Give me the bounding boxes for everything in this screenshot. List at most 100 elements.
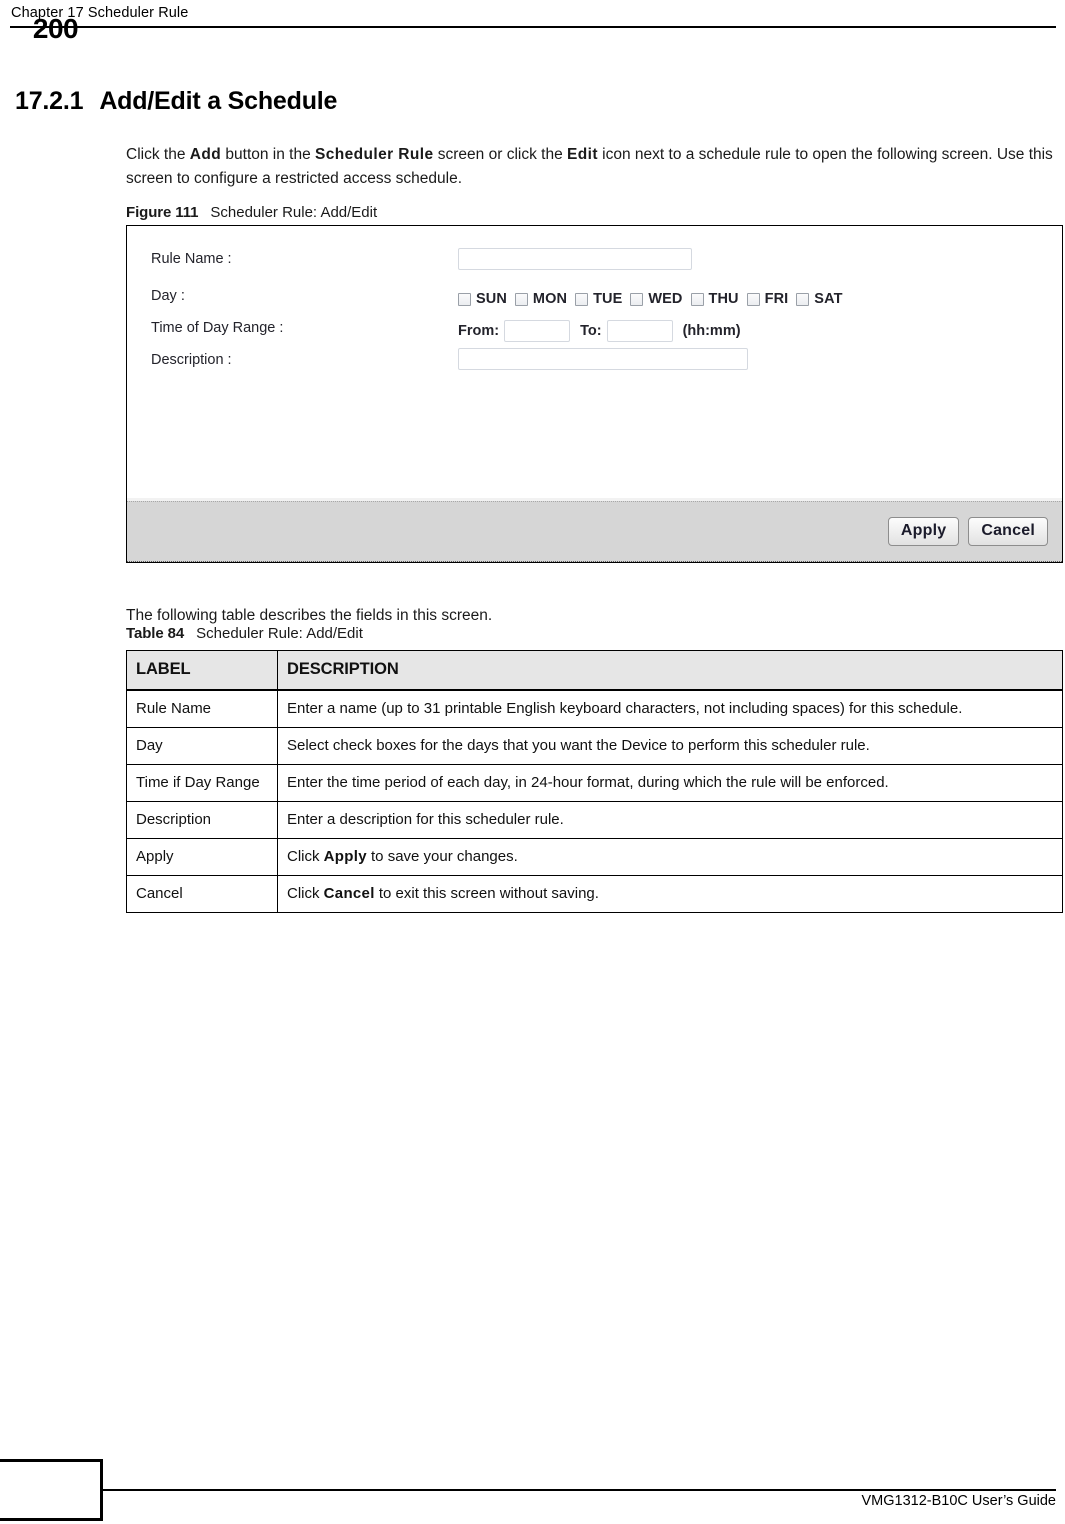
time-to-label: To: [580,323,602,339]
intro-text-3: screen or click the [433,145,567,163]
desc-text-1: Enter a name (up to 31 printable English… [287,700,963,717]
page-number-box [0,1459,103,1521]
cancel-button[interactable]: Cancel [968,517,1048,546]
day-checkbox-mon[interactable]: MON [514,291,568,307]
table-caption-label: Table 84 [126,625,185,642]
desc-text-1: Click [287,885,324,902]
figure-button-bar: Apply Cancel [127,498,1062,562]
form-row-description: Description : [127,348,1062,380]
day-label-sat: SAT [814,291,843,307]
day-label-fri: FRI [764,291,789,307]
desc-text-1: Click [287,848,324,865]
intro-bold-add: Add [189,145,222,163]
day-checkbox-thu[interactable]: THU [690,291,739,307]
section-heading: 17.2.1 Add/Edit a Schedule [15,87,337,116]
intro-text-2: button in the [221,145,316,163]
header-divider-rule [10,26,1056,28]
guide-name: VMG1312-B10C User’s Guide [861,1493,1057,1509]
time-from-label: From: [458,323,500,339]
table-cell-label: Day [126,727,278,765]
day-checkbox-sun[interactable]: SUN [458,291,507,307]
screenshot-figure: Rule Name : Day : SUN MON TUE WED THU FRI SAT … [126,225,1063,563]
apply-button[interactable]: Apply [887,517,960,546]
section-title: Add/Edit a Schedule [99,86,338,115]
form-row-time-of-day-range: Time of Day Range : From: To: (hh:mm) [127,318,1062,348]
checkbox-icon[interactable] [746,292,760,306]
day-label-sun: SUN [476,291,507,307]
field-description-table: LABEL DESCRIPTION Rule Name Enter a name… [126,650,1063,913]
page-number: 200 [32,13,79,44]
table-row: Day Select check boxes for the days that… [126,727,1063,765]
button-bar-bottom-separator [127,561,1062,562]
desc-bold: Apply [323,848,367,865]
description-label: Description : [151,352,232,368]
day-checkbox-wed[interactable]: WED [630,291,682,307]
time-to-input[interactable] [606,320,673,342]
figure-caption-label: Figure 111 [126,204,199,221]
form-row-rule-name: Rule Name : [127,248,1062,279]
footer-divider-rule [103,1489,1056,1491]
desc-text-2: to save your changes. [366,848,518,865]
rule-name-label: Rule Name : [151,251,232,267]
desc-text-2: to exit this screen without saving. [374,885,599,902]
table-cell-label: Cancel [126,875,278,913]
table-cell-label: Description [126,801,278,839]
figure-caption: Figure 111 Scheduler Rule: Add/Edit [126,204,377,221]
intro-bold-scheduler-rule: Scheduler Rule [315,145,434,163]
table-row: Description Enter a description for this… [126,801,1063,839]
figure-action-buttons: Apply Cancel [879,517,1048,546]
intro-bold-edit: Edit [567,145,598,163]
checkbox-icon[interactable] [575,292,589,306]
day-label-wed: WED [648,291,683,307]
table-row: Cancel Click Cancel to exit this screen … [126,875,1063,913]
figure-caption-text: Scheduler Rule: Add/Edit [210,204,378,221]
intro-text-1: Click the [126,145,190,163]
button-bar-top-separator [127,501,1062,502]
table-cell-description: Enter a description for this scheduler r… [277,801,1063,839]
description-input[interactable] [458,348,748,370]
description-field-wrap [458,348,748,370]
table-cell-description: Select check boxes for the days that you… [277,727,1063,765]
section-number: 17.2.1 [15,86,84,115]
checkbox-icon[interactable] [796,292,810,306]
table-cell-description: Click Cancel to exit this screen without… [277,875,1063,913]
intro-paragraph: Click the Add button in the Scheduler Ru… [126,143,1064,191]
table-cell-description: Enter the time period of each day, in 24… [277,764,1063,802]
day-checkbox-group-wrap: SUN MON TUE WED THU FRI SAT [458,286,843,307]
table-cell-label: Time if Day Range [126,764,278,802]
table-cell-description: Enter a name (up to 31 printable English… [277,689,1063,728]
time-format-hint: (hh:mm) [682,323,741,339]
desc-bold: Cancel [323,885,375,902]
desc-text-1: Enter the time period of each day, in 24… [287,774,889,791]
table-cell-label: Rule Name [126,689,278,728]
rule-name-input[interactable] [458,248,692,270]
time-range-field-wrap: From: To: (hh:mm) [458,318,741,342]
table-cell-label: Apply [126,838,278,876]
table-cell-description: Click Apply to save your changes. [277,838,1063,876]
day-checkbox-tue[interactable]: TUE [575,291,622,307]
table-row: Rule Name Enter a name (up to 31 printab… [126,689,1063,728]
day-checkbox-sat[interactable]: SAT [796,291,842,307]
checkbox-icon[interactable] [630,292,644,306]
desc-text-1: Select check boxes for the days that you… [287,737,870,754]
checkbox-icon[interactable] [458,292,471,306]
table-caption: Table 84 Scheduler Rule: Add/Edit [126,625,363,642]
table-header-description: DESCRIPTION [277,650,1063,691]
day-label-tue: TUE [593,291,623,307]
day-label: Day : [151,288,185,304]
figure-form-area: Rule Name : Day : SUN MON TUE WED THU FRI SAT … [127,226,1062,498]
table-intro-paragraph: The following table describes the fields… [126,606,493,624]
day-checkbox-fri[interactable]: FRI [746,291,789,307]
day-label-thu: THU [708,291,739,307]
form-row-day: Day : SUN MON TUE WED THU FRI SAT [127,286,1062,316]
rule-name-field-wrap [458,248,692,270]
time-from-input[interactable] [504,320,571,342]
table-header-label: LABEL [126,650,278,691]
table-header-row: LABEL DESCRIPTION [126,650,1063,691]
checkbox-icon[interactable] [514,292,528,306]
checkbox-icon[interactable] [690,292,704,306]
table-row: Time if Day Range Enter the time period … [126,764,1063,802]
day-label-mon: MON [532,291,568,307]
desc-text-1: Enter a description for this scheduler r… [287,811,564,828]
time-of-day-range-label: Time of Day Range : [151,320,284,336]
